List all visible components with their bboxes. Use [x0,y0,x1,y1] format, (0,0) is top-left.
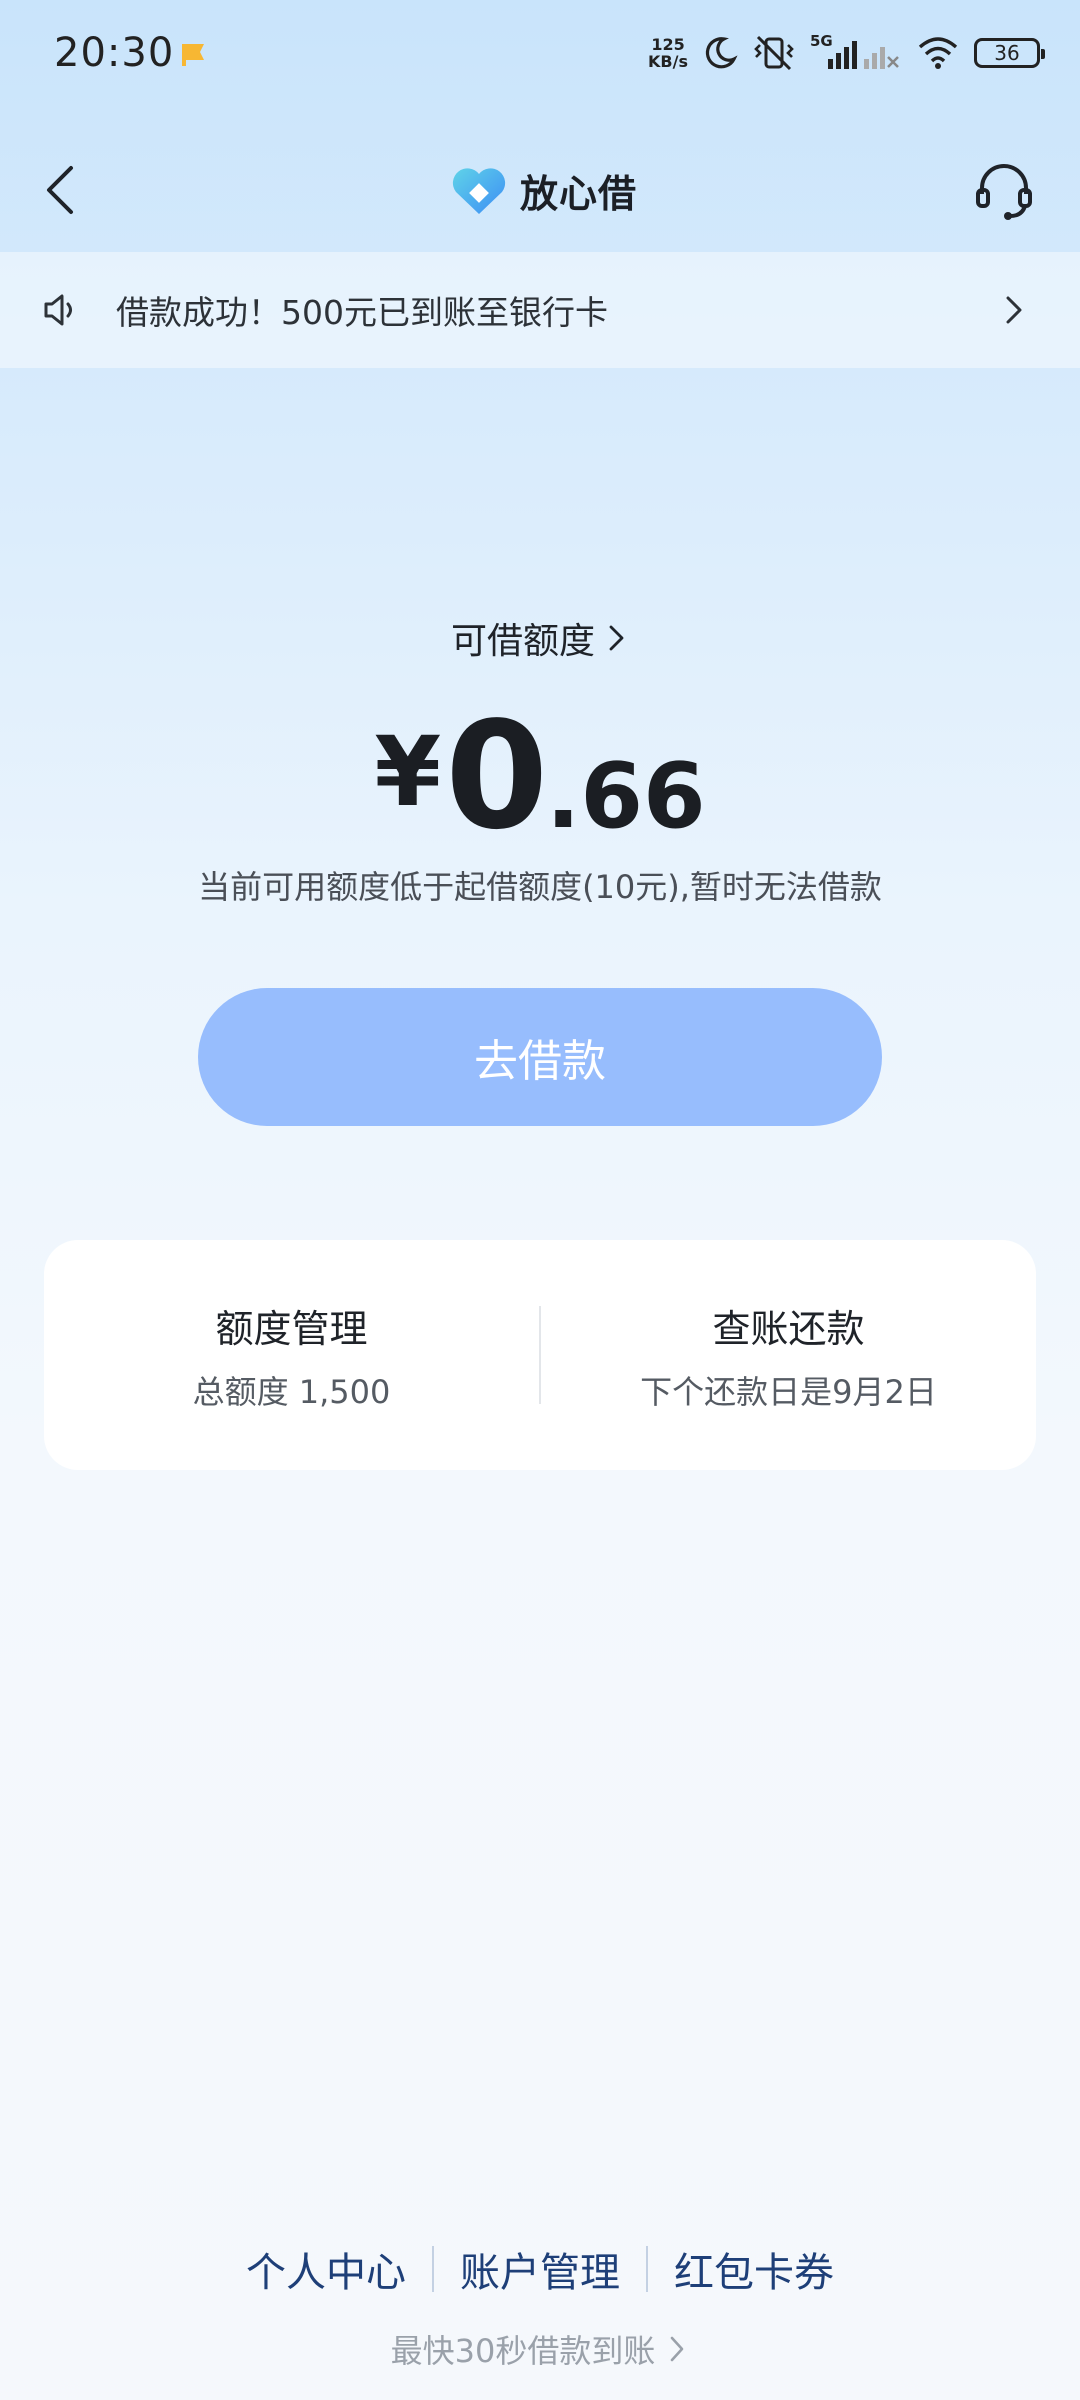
bill-repayment[interactable]: 查账还款 下个还款日是9月2日 [541,1240,1036,1470]
footer-links: 个人中心 账户管理 红包卡券 [0,2240,1080,2298]
signal-icon: 5G [810,33,899,69]
net-speed: 125 KB/s [648,36,688,70]
notice-text: 借款成功！500元已到账至银行卡 [116,293,608,332]
app-title: 放心借 [520,172,638,216]
footer-link-coupons[interactable]: 红包卡券 [648,2240,860,2298]
amount-decimal: .66 [546,744,706,849]
app-logo: 放心借 [450,163,637,218]
credit-hint: 当前可用额度低于起借额度(10元),暂时无法借款 [198,868,882,906]
status-bar: 20:30 125 KB/s 5G 36 [0,0,1080,108]
heart-logo-icon [452,167,506,214]
notice-bar[interactable]: 借款成功！500元已到账至银行卡 [0,252,1080,368]
net-speed-value: 125 [651,35,685,54]
status-time: 20:30 [54,30,175,76]
battery-icon: 36 [974,38,1045,68]
net-speed-unit: KB/s [648,52,688,71]
nav-bar: 放心借 [0,130,1080,250]
footer-tagline: 最快30秒借款到账 [390,2332,656,2370]
footer-link-account-management[interactable]: 账户管理 [434,2240,646,2298]
available-amount: ¥ 0 .66 [0,690,1080,862]
bill-repayment-title: 查账还款 [712,1306,865,1351]
customer-service-button[interactable] [972,158,1036,222]
svg-text:5G: 5G [810,33,833,50]
chevron-left-icon [47,166,73,214]
vibrate-off-icon [754,35,794,71]
headset-icon [976,164,1032,220]
borrow-button[interactable]: 去借款 [198,988,882,1126]
chevron-right-icon [1006,296,1022,324]
next-repayment-date: 下个还款日是9月2日 [640,1372,937,1411]
chevron-right-icon [609,625,624,651]
wifi-icon [918,37,958,69]
chevron-right-icon [671,2336,684,2362]
credit-management[interactable]: 额度管理 总额度 1,500 [44,1240,539,1470]
battery-level: 36 [994,41,1020,65]
credit-label-link[interactable]: 可借额度 [0,612,1080,664]
notification-flag-icon [182,44,204,66]
credit-management-title: 额度管理 [215,1306,368,1351]
moon-icon [705,37,738,69]
status-icons: 125 KB/s 5G 36 [648,28,1045,78]
currency-symbol: ¥ [374,716,442,828]
back-button[interactable] [30,158,90,222]
footer-tagline-link[interactable]: 最快30秒借款到账 [0,2326,1080,2372]
speaker-icon [44,294,72,326]
total-credit: 总额度 1,500 [192,1372,391,1411]
account-card: 额度管理 总额度 1,500 查账还款 下个还款日是9月2日 [44,1240,1036,1470]
amount-integer: 0 [445,690,548,862]
credit-label: 可借额度 [450,621,595,662]
footer-link-personal-center[interactable]: 个人中心 [220,2240,432,2298]
